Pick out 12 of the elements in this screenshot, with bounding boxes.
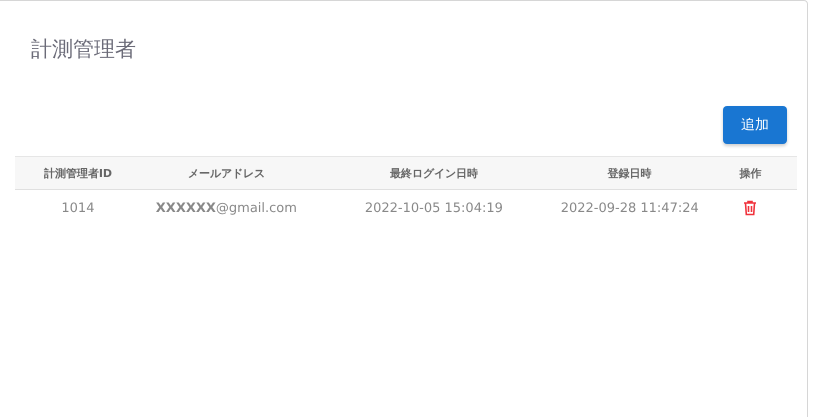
column-header: メールアドレス bbox=[140, 156, 312, 190]
column-header: 計測管理者ID bbox=[15, 156, 141, 190]
delete-icon[interactable] bbox=[743, 200, 758, 216]
page-title: 計測管理者 bbox=[30, 36, 137, 63]
add-button[interactable]: 追加 bbox=[723, 106, 787, 144]
column-header: 登録日時 bbox=[556, 156, 704, 190]
table-cell: 1014 bbox=[15, 190, 141, 226]
column-header: 操作 bbox=[704, 156, 797, 190]
table-cell: 2022-10-05 15:04:19 bbox=[312, 190, 556, 226]
column-header: 最終ログイン日時 bbox=[312, 156, 556, 190]
table-cell: 2022-09-28 11:47:24 bbox=[556, 190, 704, 226]
table-cell: XXXXXX@gmail.com bbox=[140, 190, 312, 226]
